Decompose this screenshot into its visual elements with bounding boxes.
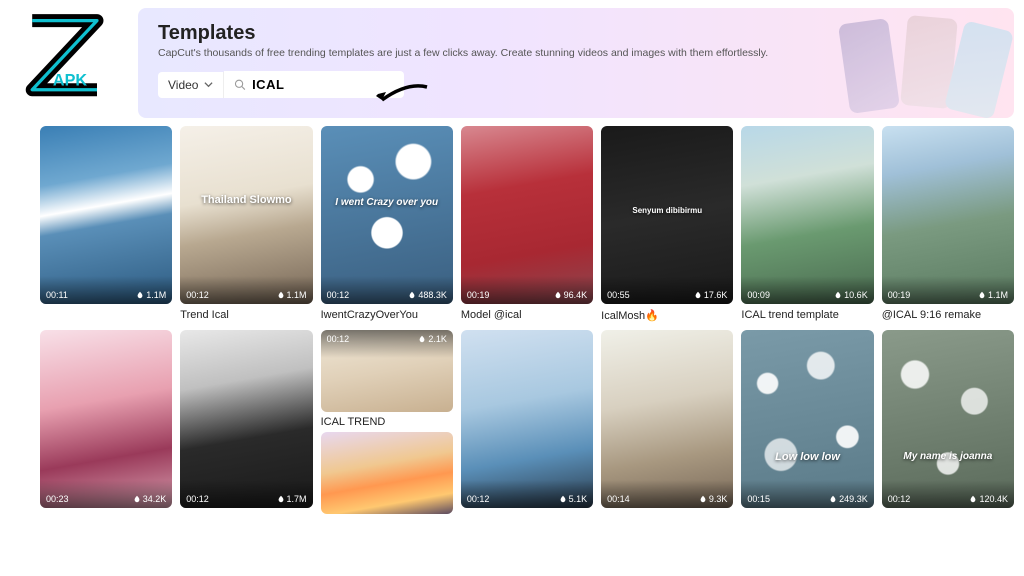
template-card[interactable]: I went Crazy over you00:12488.3K IwentCr… [321, 126, 453, 322]
template-card[interactable]: 00:191.1M @ICAL 9:16 remake [882, 126, 1014, 322]
template-card[interactable]: 00:2334.2K [40, 330, 172, 520]
template-title: Trend Ical [180, 309, 312, 321]
template-grid: 00:111.1M Thailand Slowmo00:121.1M Trend… [40, 126, 1014, 520]
template-card[interactable]: 00:125.1K [461, 330, 593, 520]
template-title: Model @ical [461, 309, 593, 321]
header-decoration [824, 13, 1004, 113]
dropdown-label: Video [168, 78, 198, 92]
template-title: ICAL trend template [741, 309, 873, 321]
template-card[interactable]: Thailand Slowmo00:121.1M Trend Ical [180, 126, 312, 322]
template-title: @ICAL 9:16 remake [882, 309, 1014, 321]
svg-text:APK: APK [53, 71, 87, 89]
template-card[interactable]: 00:122.1K [321, 330, 453, 412]
template-card[interactable]: 00:121.7M [180, 330, 312, 520]
template-title: ICAL TREND [321, 416, 453, 428]
search-icon [234, 78, 246, 91]
template-card[interactable]: 00:111.1M [40, 126, 172, 322]
template-card[interactable]: My name is joanna00:12120.4K [882, 330, 1014, 520]
template-card[interactable]: 00:0910.6K ICAL trend template [741, 126, 873, 322]
annotation-arrow [372, 82, 432, 112]
template-card[interactable]: 00:149.3K [601, 330, 733, 520]
templates-header: Templates CapCut's thousands of free tre… [138, 8, 1014, 118]
template-card[interactable]: 00:1996.4K Model @ical [461, 126, 593, 322]
app-logo: APK [16, 12, 124, 92]
template-card[interactable]: Senyum dibibirmu00:5517.6K IcalMosh🔥 [601, 126, 733, 322]
template-title: IwentCrazyOverYou [321, 309, 453, 321]
template-title: IcalMosh🔥 [601, 309, 733, 322]
chevron-down-icon [204, 80, 213, 89]
template-card[interactable]: Low low low00:15249.3K [741, 330, 873, 520]
search-type-dropdown[interactable]: Video [158, 72, 224, 98]
template-card[interactable] [321, 432, 453, 514]
template-card-stack: 00:122.1K ICAL TREND [321, 330, 453, 520]
